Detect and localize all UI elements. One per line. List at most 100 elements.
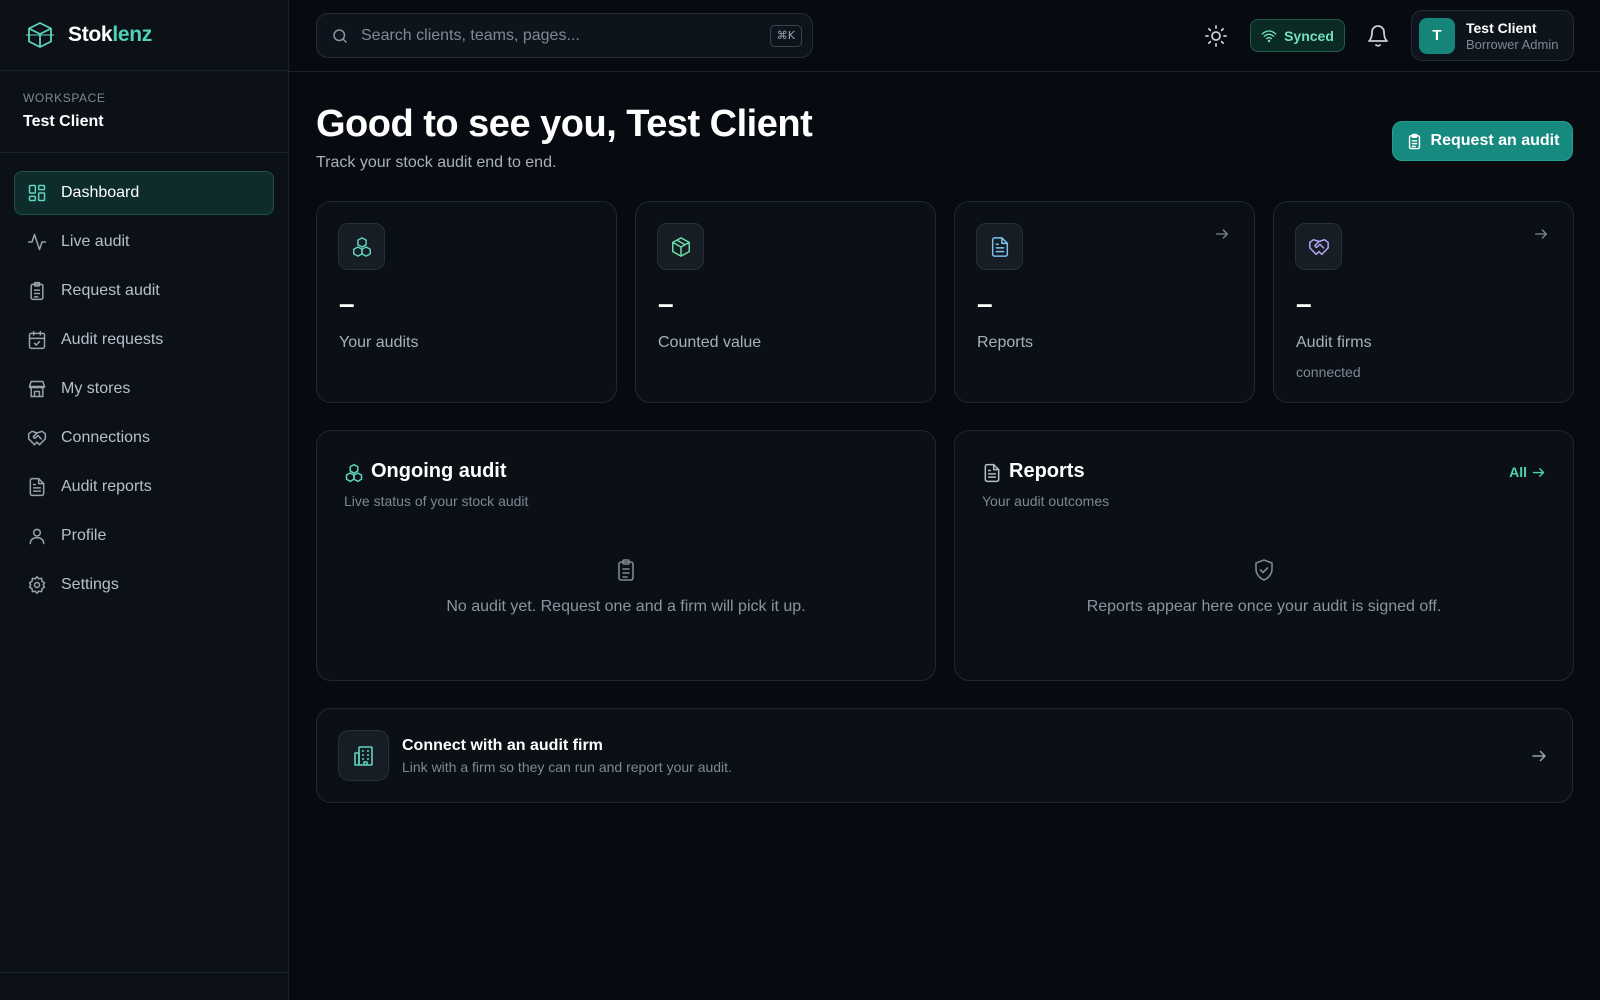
topbar: ⌘K Synced T Test Client Borrower Admin	[289, 0, 1600, 72]
sidebar-item-audit-reports[interactable]: Audit reports	[14, 465, 274, 509]
user-info: Test Client Borrower Admin	[1466, 20, 1558, 52]
connect-subtitle: Link with a firm so they can run and rep…	[402, 759, 732, 775]
stat-label: Reports	[977, 334, 1034, 351]
wifi-icon	[1261, 29, 1277, 42]
reports-all-link[interactable]: All	[1509, 464, 1546, 480]
arrow-right-icon[interactable]	[1214, 226, 1230, 242]
sidebar-item-label: Live audit	[61, 233, 130, 250]
panel-title: Ongoing audit	[371, 460, 507, 482]
empty-state-text: No audit yet. Request one and a firm wil…	[446, 598, 806, 615]
stat-icon-tile	[338, 223, 385, 270]
panel-title: Reports	[1009, 460, 1085, 482]
page-title: Good to see you, Test Client	[316, 103, 813, 145]
sidebar-item-label: Audit reports	[61, 478, 152, 495]
arrow-right-icon[interactable]	[1533, 226, 1549, 242]
sidebar-item-label: Profile	[61, 527, 107, 544]
stat-card-counted-value[interactable]: – Counted value	[635, 201, 936, 403]
sidebar-item-profile[interactable]: Profile	[14, 514, 274, 558]
clipboard-icon	[30, 281, 44, 301]
workspace-info: WORKSPACE Test Client	[0, 71, 288, 153]
page-subtitle: Track your stock audit end to end.	[316, 154, 557, 171]
sidebar-item-settings[interactable]: Settings	[14, 563, 274, 607]
sidebar-item-my-stores[interactable]: My stores	[14, 367, 274, 411]
all-link-label: All	[1509, 464, 1527, 480]
sidebar-nav: Dashboard Live audit Request audit Audit…	[0, 153, 288, 607]
stat-card-audit-firms[interactable]: – Audit firms connected	[1273, 201, 1574, 403]
reports-panel: Reports Your audit outcomes All Reports …	[954, 430, 1574, 681]
user-icon	[29, 528, 45, 545]
stat-label: Your audits	[339, 334, 419, 351]
stat-value: –	[658, 288, 674, 319]
sync-status-label: Synced	[1284, 27, 1334, 44]
workspace-label: WORKSPACE	[23, 91, 106, 105]
workspace-name: Test Client	[23, 113, 104, 130]
empty-state-text: Reports appear here once your audit is s…	[1086, 598, 1442, 615]
stats-row: – Your audits – Counted value – Reports …	[316, 201, 1574, 403]
brand-name: Stoklenz	[68, 23, 152, 46]
connect-icon-tile	[338, 730, 389, 781]
arrow-right-icon	[1532, 750, 1546, 762]
stat-card-reports[interactable]: – Reports	[954, 201, 1255, 403]
sidebar-footer-divider	[0, 972, 289, 973]
search-shortcut-badge: ⌘K	[769, 25, 802, 47]
boxes-icon	[345, 463, 363, 483]
sidebar-item-request-audit[interactable]: Request audit	[14, 269, 274, 313]
sidebar-item-label: Connections	[61, 429, 150, 446]
file-text-icon	[991, 236, 1008, 257]
handshake-icon	[27, 430, 47, 446]
boxes-icon	[352, 236, 371, 257]
user-name: Test Client	[1466, 19, 1537, 36]
sun-icon[interactable]	[1204, 24, 1228, 48]
clipboard-icon	[1408, 133, 1420, 149]
handshake-icon	[1308, 238, 1329, 255]
sidebar-item-label: Request audit	[61, 282, 160, 299]
panel-subtitle: Your audit outcomes	[982, 493, 1110, 509]
sidebar-item-label: Dashboard	[61, 184, 140, 201]
request-audit-button[interactable]: Request an audit	[1392, 121, 1573, 161]
connect-title: Connect with an audit firm	[402, 737, 603, 754]
bell-icon[interactable]	[1366, 24, 1390, 48]
store-icon	[28, 380, 46, 398]
stat-note: connected	[1296, 364, 1361, 380]
stat-icon-tile	[976, 223, 1023, 270]
sidebar-item-audit-requests[interactable]: Audit requests	[14, 318, 274, 362]
sidebar-item-connections[interactable]: Connections	[14, 416, 274, 460]
arrow-right-icon	[1532, 467, 1545, 477]
activity-icon	[27, 233, 47, 251]
user-role: Borrower Admin	[1466, 36, 1559, 52]
search-input[interactable]	[361, 26, 751, 45]
sidebar-item-live-audit[interactable]: Live audit	[14, 220, 274, 264]
sync-status-badge[interactable]: Synced	[1250, 19, 1345, 52]
user-menu[interactable]: T Test Client Borrower Admin	[1411, 10, 1574, 61]
file-text-icon	[984, 463, 1000, 483]
gear-icon	[28, 575, 46, 595]
stat-value: –	[339, 288, 355, 319]
stat-icon-tile	[657, 223, 704, 270]
panel-subtitle: Live status of your stock audit	[344, 493, 529, 509]
stat-label: Counted value	[658, 334, 762, 351]
ongoing-audit-panel: Ongoing audit Live status of your stock …	[316, 430, 936, 681]
stat-card-audits[interactable]: – Your audits	[316, 201, 617, 403]
stat-icon-tile	[1295, 223, 1342, 270]
search-icon	[333, 28, 347, 43]
sidebar-item-label: Settings	[61, 576, 119, 593]
stat-value: –	[977, 288, 993, 319]
file-text-icon	[29, 477, 45, 497]
avatar: T	[1419, 17, 1455, 54]
sidebar-item-label: My stores	[61, 380, 131, 397]
cube-logo-icon	[26, 22, 54, 48]
connect-firm-card[interactable]: Connect with an audit firm Link with a f…	[316, 708, 1573, 803]
sidebar: Stoklenz WORKSPACE Test Client Dashboard…	[0, 0, 289, 1000]
shield-check-icon	[1255, 559, 1273, 581]
request-audit-label: Request an audit	[1430, 132, 1560, 149]
stat-label: Audit firms	[1296, 334, 1372, 351]
search-box[interactable]: ⌘K	[316, 13, 813, 58]
brand[interactable]: Stoklenz	[0, 0, 288, 71]
sidebar-item-dashboard[interactable]: Dashboard	[14, 171, 274, 215]
stat-value: –	[1296, 288, 1312, 319]
clipboard-icon	[618, 559, 634, 581]
sidebar-item-label: Audit requests	[61, 331, 164, 348]
building-icon	[353, 745, 373, 766]
calendar-check-icon	[28, 330, 46, 350]
package-icon	[671, 236, 690, 257]
